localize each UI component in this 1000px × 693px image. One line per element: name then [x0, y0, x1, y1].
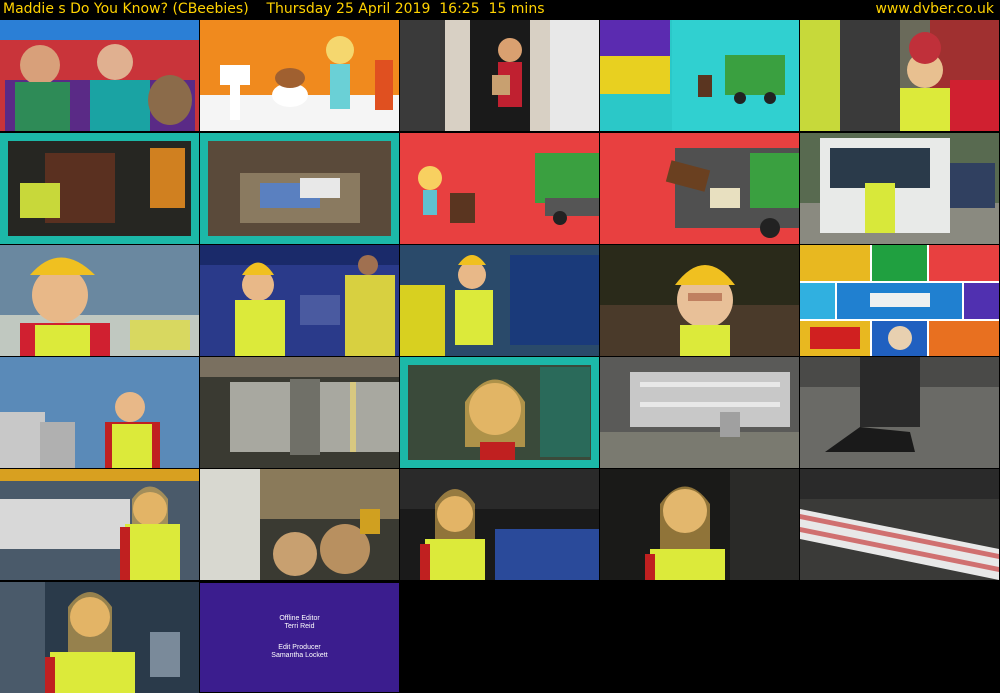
- thumbnail-image: [0, 582, 199, 693]
- thumbnail-presenter-with-worker[interactable]: [200, 245, 399, 356]
- thumbnail-image: [600, 357, 799, 468]
- thumbnail-image: [400, 357, 599, 468]
- thumbnail-animated-bin-tipping[interactable]: [600, 133, 799, 244]
- thumbnail-image: [800, 245, 999, 356]
- thumbnail-presenter-at-doorway[interactable]: [400, 20, 599, 131]
- thumbnail-image: [400, 133, 599, 244]
- thumbnail-presenter-smiling-factory[interactable]: [600, 469, 799, 580]
- thumbnail-bin-lorry-on-street[interactable]: [800, 133, 999, 244]
- site-link[interactable]: www.dvber.co.uk: [875, 0, 994, 18]
- credit-name-2: Samantha Lockett: [271, 652, 328, 659]
- thumbnail-rotating-drum[interactable]: [200, 357, 399, 468]
- thumbnail-image: [200, 133, 399, 244]
- thumbnail-colour-panels-bin-lorry[interactable]: [600, 20, 799, 131]
- header-bar: Maddie s Do You Know? (CBeebies) Thursda…: [0, 0, 1000, 20]
- thumbnail-presenter-framed-closeup[interactable]: [400, 357, 599, 468]
- credit-role-2: Edit Producer: [278, 644, 321, 651]
- thumbnail-transport-icons-grid[interactable]: [800, 245, 999, 356]
- thumbnail-paper-mill-interior[interactable]: [600, 357, 799, 468]
- thumbnail-image: [600, 133, 799, 244]
- thumbnail-presenter-by-machinery[interactable]: [400, 245, 599, 356]
- credit-role-1: Offline Editor: [279, 615, 320, 622]
- thumbnail-presenter-by-paper-roll[interactable]: [0, 469, 199, 580]
- thumbnail-image: [600, 469, 799, 580]
- thumbnail-image: [400, 245, 599, 356]
- thumbnail-image: [200, 357, 399, 468]
- thumbnail-image: [600, 20, 799, 131]
- thumbnail-image: [0, 357, 199, 468]
- thumbnail-presenter-closing[interactable]: [0, 582, 199, 693]
- thumbnail-animated-bathroom-toilet[interactable]: [200, 20, 399, 131]
- thumbnail-image: [0, 133, 199, 244]
- thumbnail-image: [800, 20, 999, 131]
- thumbnail-image: [600, 245, 799, 356]
- thumbnail-studio-presenters-with-dog-puppet[interactable]: [0, 20, 199, 131]
- thumbnail-animated-presenter-bin-lorry[interactable]: [400, 133, 599, 244]
- thumbnail-image: [200, 20, 399, 131]
- thumbnail-newspapers-on-conveyor[interactable]: [800, 469, 999, 580]
- thumbnail-waste-inside-lorry[interactable]: [200, 133, 399, 244]
- thumbnail-image: [200, 245, 399, 356]
- thumbnail-image: [800, 133, 999, 244]
- credit-name-1: Terri Reid: [284, 623, 315, 630]
- thumbnail-image: [0, 245, 199, 356]
- thumbnail-image: [0, 20, 199, 131]
- programme-title: Maddie s Do You Know? (CBeebies) Thursda…: [3, 1, 545, 17]
- thumbnail-presenter-with-bin-lorry-crew[interactable]: [800, 20, 999, 131]
- thumbnail-image: [400, 20, 599, 131]
- thumbnail-presenter-hard-hat-glasses[interactable]: [600, 245, 799, 356]
- thumbnail-end-credits[interactable]: Offline Editor Terri Reid Edit Producer …: [200, 583, 399, 692]
- thumbnail-image: [800, 469, 999, 580]
- thumbnail-bin-emptied-into-lorry[interactable]: [0, 133, 199, 244]
- thumbnail-presenter-outside-tanks[interactable]: [0, 357, 199, 468]
- thumbnail-boot-in-pulp[interactable]: [800, 357, 999, 468]
- thumbnail-presenter-at-machine[interactable]: [400, 469, 599, 580]
- thumbnail-presenter-at-recycling-plant[interactable]: [0, 245, 199, 356]
- thumbnail-image: [0, 469, 199, 580]
- thumbnail-image: [400, 469, 599, 580]
- thumbnail-image: [200, 469, 399, 580]
- thumbnail-image: [800, 357, 999, 468]
- thumbnail-paper-roll-production[interactable]: [200, 469, 399, 580]
